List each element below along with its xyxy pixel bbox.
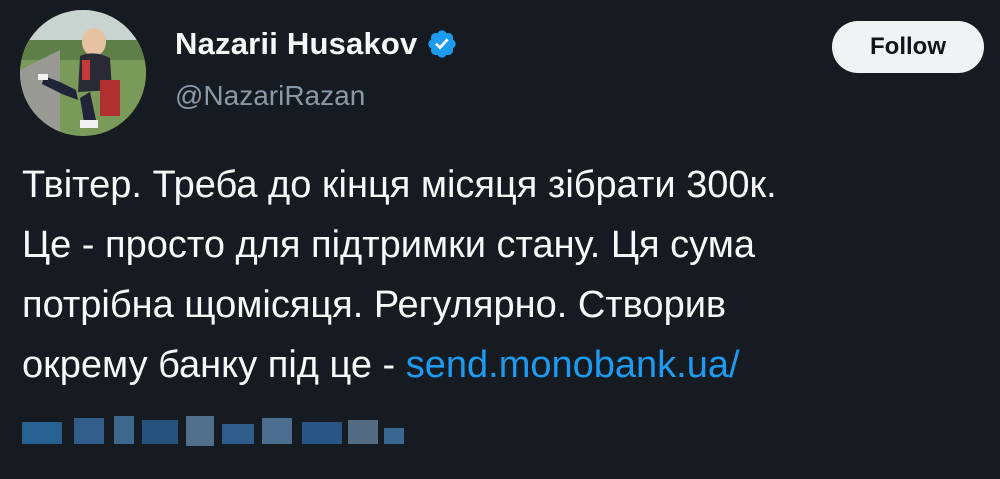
tweet-text-line: потрібна щомісяця. Регулярно. Створив (22, 284, 727, 326)
blurred-link-continuation[interactable] (22, 410, 422, 454)
verified-badge-icon (427, 30, 456, 58)
follow-button[interactable]: Follow (832, 21, 984, 73)
author-handle[interactable]: @NazariRazan (175, 80, 365, 112)
tweet-text-line: окрему банку під це - send.monobank.ua/ (22, 335, 997, 395)
tweet-text: Твітер. Треба до кінця місяця зібрати 30… (22, 155, 997, 395)
tweet-card: Nazarii Husakov @NazariRazan Follow Твіт… (0, 0, 1000, 479)
author-name-row: Nazarii Husakov (175, 26, 458, 62)
tweet-text-line: Твітер. Треба до кінця місяця зібрати 30… (22, 164, 777, 206)
author-avatar[interactable] (20, 10, 146, 136)
monobank-link[interactable]: send.monobank.ua/ (406, 344, 740, 386)
author-display-name[interactable]: Nazarii Husakov (175, 26, 418, 62)
avatar-photo-icon (20, 10, 146, 136)
tweet-text-line: Це - просто для підтримки стану. Ця сума (22, 224, 755, 266)
tweet-text-prefix: окрему банку під це - (22, 344, 406, 386)
